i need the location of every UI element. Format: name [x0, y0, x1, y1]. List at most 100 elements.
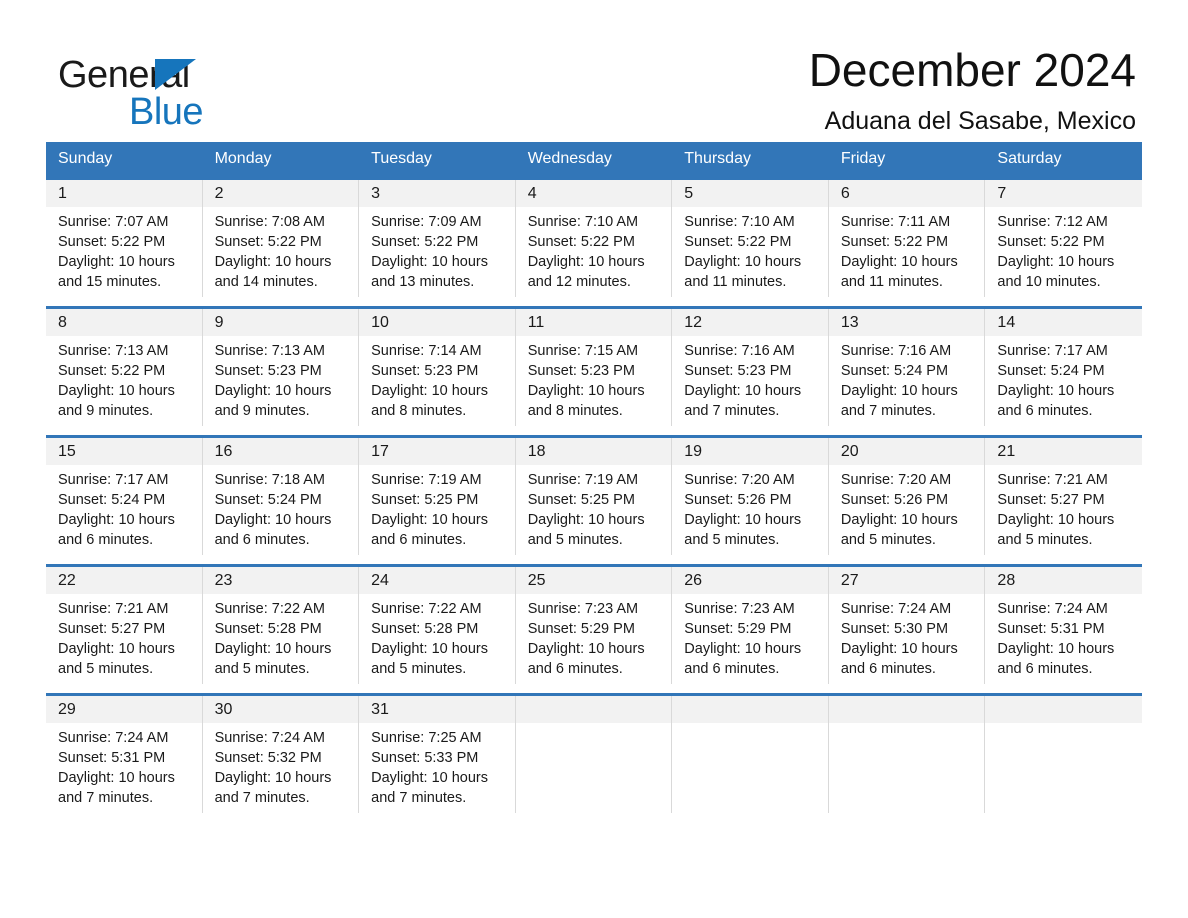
day-info: Sunrise: 7:11 AM Sunset: 5:22 PM Dayligh…	[829, 207, 985, 292]
day-info: Sunrise: 7:19 AM Sunset: 5:25 PM Dayligh…	[359, 465, 515, 550]
sunrise-text: Sunrise: 7:13 AM	[214, 343, 325, 359]
day-number: 10	[359, 309, 515, 336]
day-cell[interactable]: 23 Sunrise: 7:22 AM Sunset: 5:28 PM Dayl…	[202, 567, 360, 684]
blue-triangle-flag-icon	[155, 59, 196, 90]
week-row: 8 Sunrise: 7:13 AM Sunset: 5:22 PM Dayli…	[46, 306, 1142, 426]
day-cell[interactable]: 3 Sunrise: 7:09 AM Sunset: 5:22 PM Dayli…	[359, 180, 516, 297]
sunrise-text: Sunrise: 7:17 AM	[58, 472, 169, 488]
daylight-text-line1: Daylight: 10 hours	[527, 254, 645, 270]
daylight-text-line1: Daylight: 10 hours	[527, 383, 645, 399]
day-cell[interactable]: 31 Sunrise: 7:25 AM Sunset: 5:33 PM Dayl…	[359, 696, 516, 813]
day-cell[interactable]: 4 Sunrise: 7:10 AM Sunset: 5:22 PM Dayli…	[515, 180, 673, 297]
day-number: 22	[46, 567, 202, 594]
day-cell[interactable]: 14 Sunrise: 7:17 AM Sunset: 5:24 PM Dayl…	[985, 309, 1142, 426]
day-number: 2	[202, 180, 359, 207]
day-cell[interactable]: 21 Sunrise: 7:21 AM Sunset: 5:27 PM Dayl…	[985, 438, 1142, 555]
day-cell[interactable]: 30 Sunrise: 7:24 AM Sunset: 5:32 PM Dayl…	[202, 696, 360, 813]
calendar-grid: Sunday Monday Tuesday Wednesday Thursday…	[46, 142, 1142, 813]
day-cell[interactable]: 10 Sunrise: 7:14 AM Sunset: 5:23 PM Dayl…	[359, 309, 516, 426]
weekday-header-tuesday: Tuesday	[371, 150, 432, 167]
day-info: Sunrise: 7:24 AM Sunset: 5:30 PM Dayligh…	[829, 594, 985, 679]
weekday-header-saturday: Saturday	[997, 150, 1062, 167]
day-cell[interactable]: 13 Sunrise: 7:16 AM Sunset: 5:24 PM Dayl…	[828, 309, 986, 426]
sunrise-text: Sunrise: 7:11 AM	[840, 214, 951, 230]
day-number: 6	[828, 180, 985, 207]
day-number: 18	[515, 438, 672, 465]
day-number: 1	[46, 180, 202, 207]
daylight-text-line1: Daylight: 10 hours	[840, 254, 958, 270]
sunset-text: Sunset: 5:22 PM	[997, 234, 1105, 250]
day-number	[985, 696, 1142, 723]
daylight-text-line1: Daylight: 10 hours	[840, 641, 958, 657]
day-cell[interactable]: 26 Sunrise: 7:23 AM Sunset: 5:29 PM Dayl…	[672, 567, 829, 684]
day-info: Sunrise: 7:24 AM Sunset: 5:31 PM Dayligh…	[985, 594, 1142, 679]
day-cell[interactable]: 29 Sunrise: 7:24 AM Sunset: 5:31 PM Dayl…	[46, 696, 203, 813]
daylight-text-line1: Daylight: 10 hours	[214, 254, 332, 270]
sunset-text: Sunset: 5:24 PM	[58, 492, 166, 508]
sunset-text: Sunset: 5:23 PM	[214, 363, 322, 379]
day-number: 25	[515, 567, 672, 594]
sunset-text: Sunset: 5:23 PM	[527, 363, 635, 379]
sunrise-text: Sunrise: 7:12 AM	[997, 214, 1108, 230]
daylight-text-line1: Daylight: 10 hours	[527, 512, 645, 528]
daylight-text-line2: and 5 minutes.	[214, 661, 310, 677]
day-number: 21	[985, 438, 1142, 465]
day-cell[interactable]: 9 Sunrise: 7:13 AM Sunset: 5:23 PM Dayli…	[202, 309, 360, 426]
day-cell[interactable]: 7 Sunrise: 7:12 AM Sunset: 5:22 PM Dayli…	[985, 180, 1142, 297]
daylight-text-line1: Daylight: 10 hours	[997, 254, 1115, 270]
day-cell[interactable]: 17 Sunrise: 7:19 AM Sunset: 5:25 PM Dayl…	[359, 438, 516, 555]
logo-general-blue[interactable]: General Blue	[58, 44, 318, 131]
sunset-text: Sunset: 5:28 PM	[214, 621, 322, 637]
day-cell[interactable]: 22 Sunrise: 7:21 AM Sunset: 5:27 PM Dayl…	[46, 567, 203, 684]
day-cell[interactable]: 2 Sunrise: 7:08 AM Sunset: 5:22 PM Dayli…	[202, 180, 360, 297]
sunset-text: Sunset: 5:31 PM	[997, 621, 1105, 637]
day-info: Sunrise: 7:10 AM Sunset: 5:22 PM Dayligh…	[672, 207, 828, 292]
day-info: Sunrise: 7:19 AM Sunset: 5:25 PM Dayligh…	[516, 465, 672, 550]
day-cell[interactable]: 8 Sunrise: 7:13 AM Sunset: 5:22 PM Dayli…	[46, 309, 203, 426]
day-info: Sunrise: 7:15 AM Sunset: 5:23 PM Dayligh…	[516, 336, 672, 421]
sunrise-text: Sunrise: 7:24 AM	[840, 601, 952, 617]
daylight-text-line2: and 8 minutes.	[527, 403, 623, 419]
sunrise-text: Sunrise: 7:22 AM	[371, 601, 482, 617]
daylight-text-line1: Daylight: 10 hours	[684, 641, 802, 657]
day-cell[interactable]: 28 Sunrise: 7:24 AM Sunset: 5:31 PM Dayl…	[985, 567, 1142, 684]
day-info: Sunrise: 7:21 AM Sunset: 5:27 PM Dayligh…	[46, 594, 202, 679]
day-number: 4	[515, 180, 672, 207]
day-cell[interactable]: 27 Sunrise: 7:24 AM Sunset: 5:30 PM Dayl…	[828, 567, 986, 684]
day-cell[interactable]: 12 Sunrise: 7:16 AM Sunset: 5:23 PM Dayl…	[672, 309, 829, 426]
day-cell[interactable]: 1 Sunrise: 7:07 AM Sunset: 5:22 PM Dayli…	[46, 180, 203, 297]
day-cell[interactable]: 16 Sunrise: 7:18 AM Sunset: 5:24 PM Dayl…	[202, 438, 360, 555]
day-info: Sunrise: 7:24 AM Sunset: 5:32 PM Dayligh…	[203, 723, 359, 808]
day-cell[interactable]: 19 Sunrise: 7:20 AM Sunset: 5:26 PM Dayl…	[672, 438, 829, 555]
sunset-text: Sunset: 5:24 PM	[840, 363, 949, 379]
day-cell[interactable]: 18 Sunrise: 7:19 AM Sunset: 5:25 PM Dayl…	[515, 438, 673, 555]
sunset-text: Sunset: 5:29 PM	[684, 621, 792, 637]
sunrise-text: Sunrise: 7:16 AM	[684, 343, 795, 359]
sunrise-text: Sunrise: 7:19 AM	[371, 472, 482, 488]
sunset-text: Sunset: 5:22 PM	[371, 234, 479, 250]
day-info: Sunrise: 7:24 AM Sunset: 5:31 PM Dayligh…	[46, 723, 202, 808]
sunset-text: Sunset: 5:31 PM	[58, 750, 166, 766]
day-cell[interactable]: 6 Sunrise: 7:11 AM Sunset: 5:22 PM Dayli…	[828, 180, 986, 297]
sunrise-text: Sunrise: 7:23 AM	[527, 601, 639, 617]
daylight-text-line1: Daylight: 10 hours	[527, 641, 645, 657]
weekday-header-friday: Friday	[840, 150, 886, 167]
sunset-text: Sunset: 5:22 PM	[527, 234, 635, 250]
day-info: Sunrise: 7:23 AM Sunset: 5:29 PM Dayligh…	[672, 594, 828, 679]
day-number: 19	[672, 438, 828, 465]
calendar-page: General Blue December 2024 Aduana del Sa…	[0, 0, 1188, 918]
day-cell[interactable]: 15 Sunrise: 7:17 AM Sunset: 5:24 PM Dayl…	[46, 438, 203, 555]
daylight-text-line1: Daylight: 10 hours	[58, 383, 175, 399]
weekday-header-wednesday: Wednesday	[527, 150, 612, 167]
sunset-text: Sunset: 5:22 PM	[58, 234, 166, 250]
day-cell[interactable]: 20 Sunrise: 7:20 AM Sunset: 5:26 PM Dayl…	[828, 438, 986, 555]
day-cell[interactable]: 5 Sunrise: 7:10 AM Sunset: 5:22 PM Dayli…	[672, 180, 829, 297]
daylight-text-line2: and 6 minutes.	[527, 661, 623, 677]
day-cell[interactable]: 24 Sunrise: 7:22 AM Sunset: 5:28 PM Dayl…	[359, 567, 516, 684]
day-cell[interactable]: 25 Sunrise: 7:23 AM Sunset: 5:29 PM Dayl…	[515, 567, 673, 684]
day-number: 7	[985, 180, 1142, 207]
week-row: 1 Sunrise: 7:07 AM Sunset: 5:22 PM Dayli…	[46, 177, 1142, 297]
sunset-text: Sunset: 5:22 PM	[684, 234, 792, 250]
day-cell[interactable]: 11 Sunrise: 7:15 AM Sunset: 5:23 PM Dayl…	[515, 309, 673, 426]
daylight-text-line2: and 10 minutes.	[997, 274, 1101, 290]
